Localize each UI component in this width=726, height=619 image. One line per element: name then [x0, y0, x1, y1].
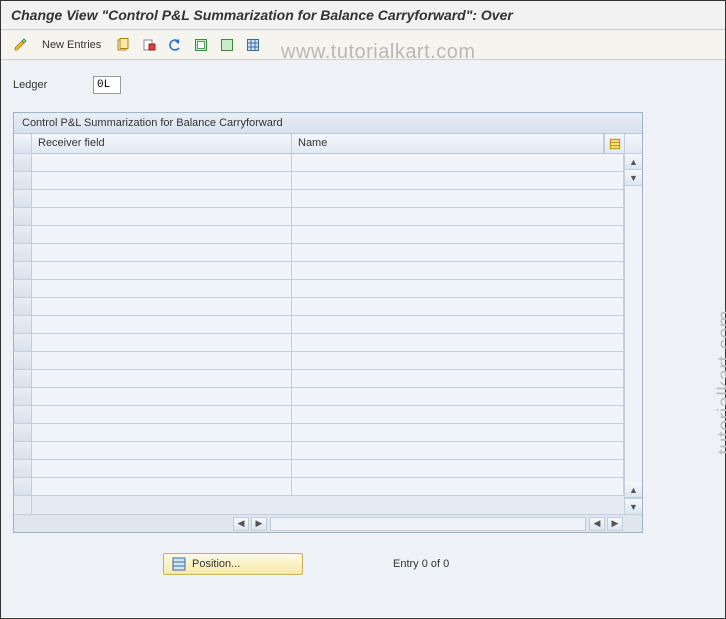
table-settings-button[interactable]: [242, 35, 264, 55]
grid-select-row[interactable]: [14, 424, 31, 442]
hscroll-track[interactable]: [270, 517, 586, 531]
grid-select-row[interactable]: [14, 226, 31, 244]
grid-select-row[interactable]: [14, 334, 31, 352]
scroll-right2-button[interactable]: ▶: [607, 517, 623, 531]
page-title: Change View "Control P&L Summarization f…: [1, 1, 725, 30]
toggle-display-change-button[interactable]: [9, 35, 31, 55]
table-row[interactable]: [32, 154, 624, 172]
scroll-left2-button[interactable]: ◀: [589, 517, 605, 531]
scroll-left-button[interactable]: ◀: [233, 517, 249, 531]
scroll-right-button[interactable]: ▶: [251, 517, 267, 531]
scroll-track[interactable]: [625, 186, 642, 482]
table-row[interactable]: [32, 388, 624, 406]
table-row[interactable]: [32, 442, 624, 460]
copy-as-button[interactable]: [112, 35, 134, 55]
watermark-side: tutorialkart.com: [715, 310, 726, 455]
grid-select-all-cell[interactable]: [14, 134, 31, 154]
table-row[interactable]: [32, 172, 624, 190]
table-row[interactable]: [32, 226, 624, 244]
grid-select-row[interactable]: [14, 154, 31, 172]
ledger-label: Ledger: [13, 79, 73, 91]
grid-select-row[interactable]: [14, 388, 31, 406]
grid-panel: Control P&L Summarization for Balance Ca…: [13, 112, 643, 533]
table-row[interactable]: [32, 424, 624, 442]
grid-select-row[interactable]: [14, 190, 31, 208]
grid-select-row[interactable]: [14, 316, 31, 334]
grid-select-row[interactable]: [14, 460, 31, 478]
table-row[interactable]: [32, 244, 624, 262]
horizontal-scrollbar[interactable]: ◀ ▶ ◀ ▶: [14, 514, 642, 532]
grid-select-row[interactable]: [14, 370, 31, 388]
deselect-all-button[interactable]: [216, 35, 238, 55]
grid-select-row[interactable]: [14, 172, 31, 190]
scroll-up2-button[interactable]: ▲: [625, 482, 642, 498]
grid-panel-title: Control P&L Summarization for Balance Ca…: [14, 113, 642, 134]
table-row[interactable]: [32, 190, 624, 208]
grid-select-row[interactable]: [14, 406, 31, 424]
ledger-input[interactable]: [93, 76, 121, 94]
grid-select-row[interactable]: [14, 262, 31, 280]
undo-button[interactable]: [164, 35, 186, 55]
select-all-button[interactable]: [190, 35, 212, 55]
scroll-up-button[interactable]: ▲: [625, 154, 642, 170]
grid-select-row[interactable]: [14, 280, 31, 298]
table-config-icon: [609, 138, 621, 150]
table-row[interactable]: [32, 280, 624, 298]
position-label: Position...: [192, 558, 240, 570]
position-icon: [172, 557, 186, 571]
table-row[interactable]: [32, 406, 624, 424]
grid-select-row[interactable]: [14, 478, 31, 496]
position-button[interactable]: Position...: [163, 553, 303, 575]
ledger-field-row: Ledger: [13, 76, 713, 94]
column-header-receiver-field[interactable]: Receiver field: [32, 134, 292, 153]
grid-select-column: [14, 134, 32, 514]
delete-button[interactable]: [138, 35, 160, 55]
table-row[interactable]: [32, 352, 624, 370]
table-row[interactable]: [32, 208, 624, 226]
grid-rows: [32, 154, 624, 514]
table-row[interactable]: [32, 334, 624, 352]
toolbar: New Entries: [1, 30, 725, 60]
vertical-scrollbar[interactable]: ▲ ▼ ▲ ▼: [624, 134, 642, 514]
grid-select-row[interactable]: [14, 298, 31, 316]
table-row[interactable]: [32, 262, 624, 280]
scroll-down2-button[interactable]: ▼: [625, 498, 642, 514]
grid-select-row[interactable]: [14, 208, 31, 226]
entry-count-text: Entry 0 of 0: [393, 558, 449, 570]
grid-select-row[interactable]: [14, 352, 31, 370]
configure-columns-button[interactable]: [604, 134, 624, 153]
table-row[interactable]: [32, 460, 624, 478]
new-entries-button[interactable]: New Entries: [35, 35, 108, 55]
table-row[interactable]: [32, 316, 624, 334]
column-header-name[interactable]: Name: [292, 134, 604, 153]
grid-select-row[interactable]: [14, 244, 31, 262]
table-row[interactable]: [32, 298, 624, 316]
grid-select-row[interactable]: [14, 442, 31, 460]
scroll-down-button[interactable]: ▼: [625, 170, 642, 186]
table-row[interactable]: [32, 478, 624, 496]
table-row[interactable]: [32, 370, 624, 388]
